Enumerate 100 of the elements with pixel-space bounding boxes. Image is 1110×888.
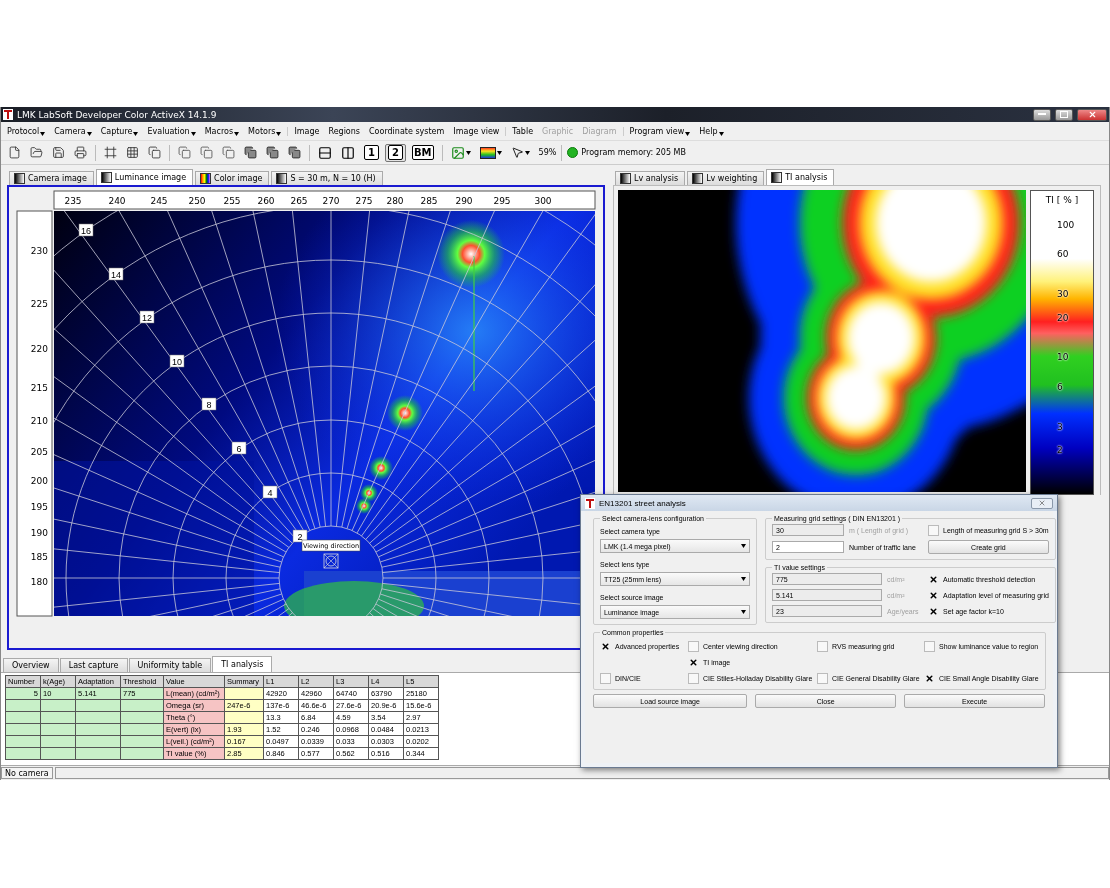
axis-tick-label: 180 [30, 577, 48, 587]
tab[interactable]: Lv weighting [687, 171, 765, 185]
tab[interactable]: Lv analysis [615, 171, 686, 185]
axis-tick-label: 280 [386, 196, 404, 206]
distance-marker: 2 [292, 529, 308, 543]
stacked-squares-icon [222, 146, 235, 159]
check-mark-icon [689, 658, 698, 667]
tab[interactable]: TI analysis [212, 656, 273, 672]
menu-item[interactable]: Regions [328, 126, 360, 136]
folder-icon [30, 146, 43, 159]
menu-item[interactable]: Table [512, 126, 534, 136]
menu-item[interactable]: Capture [100, 126, 139, 136]
axis-tick-label: 270 [322, 196, 340, 206]
minimize-button[interactable] [1033, 108, 1051, 121]
memory-label: Program memory: 205 MB [581, 148, 686, 157]
tab[interactable]: S = 30 m, N = 10 (H) [271, 171, 383, 185]
legend-label: 6 [1057, 382, 1063, 392]
menu-item[interactable]: Coordinate system [369, 126, 445, 136]
view-button[interactable]: 1 [361, 143, 382, 162]
axis-tick-label: 235 [64, 196, 82, 206]
caret-icon [40, 131, 46, 136]
tab[interactable]: Luminance image [95, 169, 194, 185]
close-button[interactable] [1077, 108, 1107, 121]
tab[interactable]: Overview [3, 658, 59, 672]
toolbar-button[interactable] [71, 143, 90, 162]
dialog-title: EN13201 street analysis [599, 498, 687, 508]
legend-label: 10 [1057, 352, 1069, 362]
axis-tick-label: 300 [534, 196, 552, 206]
maximize-button[interactable] [1055, 108, 1073, 121]
tab[interactable]: Camera image [9, 171, 94, 185]
minimize-icon [1038, 113, 1046, 116]
axis-tick-label: 210 [30, 416, 48, 426]
axis-tick-label: 200 [30, 476, 48, 486]
menu-item[interactable]: Evaluation [147, 126, 196, 136]
caret-icon [190, 131, 196, 136]
app-logo-icon [3, 109, 13, 120]
grid-icon [126, 146, 139, 159]
status-dot-icon [567, 147, 579, 158]
tab-icon [620, 173, 631, 184]
axis-tick-label: 290 [455, 196, 473, 206]
tab-icon [14, 173, 25, 184]
menu-item[interactable]: Image [294, 126, 320, 136]
tab[interactable]: TI analysis [766, 169, 835, 185]
menu-item[interactable]: Help [699, 126, 724, 136]
axis-tick-label: 240 [108, 196, 126, 206]
caret-icon [524, 150, 530, 155]
legend-label: 2 [1057, 445, 1063, 455]
tab[interactable]: Uniformity table [128, 658, 212, 672]
tab[interactable]: Color image [195, 171, 270, 185]
axis-tick-label: 265 [290, 196, 308, 206]
distance-marker: 12 [139, 310, 155, 324]
stacked-squares-icon [288, 146, 301, 159]
distance-marker: 6 [231, 441, 247, 455]
stacked-squares-icon [266, 146, 279, 159]
caret-icon [465, 150, 471, 155]
legend-label: 100 [1057, 220, 1075, 230]
tab-icon [100, 172, 112, 183]
color-palette-icon [479, 146, 496, 159]
legend-label: 20 [1057, 313, 1069, 323]
axis-tick-label: 250 [188, 196, 206, 206]
caret-icon [234, 131, 240, 136]
tab[interactable]: Last capture [59, 658, 128, 672]
tab-icon [276, 173, 288, 184]
toolbar-button[interactable] [241, 143, 260, 162]
distance-marker: 16 [78, 223, 94, 237]
close-icon [1087, 110, 1097, 119]
menu-item[interactable]: Camera [54, 126, 92, 136]
zoom-level: 59% [538, 148, 557, 157]
stacked-squares-icon [244, 146, 257, 159]
menu-item[interactable]: Macros [204, 126, 240, 136]
menu-item[interactable]: Protocol [7, 126, 46, 136]
menu-item[interactable]: Motors [248, 126, 282, 136]
tab-icon [771, 172, 783, 183]
legend-title: TI [ % ] [1044, 194, 1080, 207]
axis-tick-label: 245 [150, 196, 168, 206]
toolbar-button[interactable] [285, 143, 304, 162]
axis-tick-label: 185 [30, 552, 48, 562]
toolbar-button[interactable] [263, 143, 282, 162]
view-button[interactable]: BM [409, 143, 437, 162]
axis-tick-label: 230 [30, 246, 48, 256]
stacked-squares-icon [200, 146, 213, 159]
menu-item[interactable]: Program view [629, 126, 691, 136]
caret-icon [741, 544, 746, 548]
axis-tick-label: 195 [30, 502, 48, 512]
check-mark-icon [925, 674, 934, 683]
caret-icon [685, 131, 691, 136]
axis-tick-label: 215 [30, 383, 48, 393]
status-text: No camera [1, 767, 53, 779]
menu-item[interactable]: Image view [453, 126, 500, 136]
legend-label: 60 [1057, 249, 1069, 259]
columns-icon [341, 145, 355, 160]
caret-icon [741, 577, 746, 581]
caret-icon [741, 610, 746, 614]
caret-icon [133, 131, 139, 136]
check-mark-icon [929, 590, 938, 600]
axis-tick-label: 260 [257, 196, 275, 206]
check-mark-icon [601, 642, 610, 651]
view-button[interactable]: 2 [385, 143, 406, 162]
image-icon [450, 145, 465, 160]
axis-tick-label: 275 [355, 196, 373, 206]
